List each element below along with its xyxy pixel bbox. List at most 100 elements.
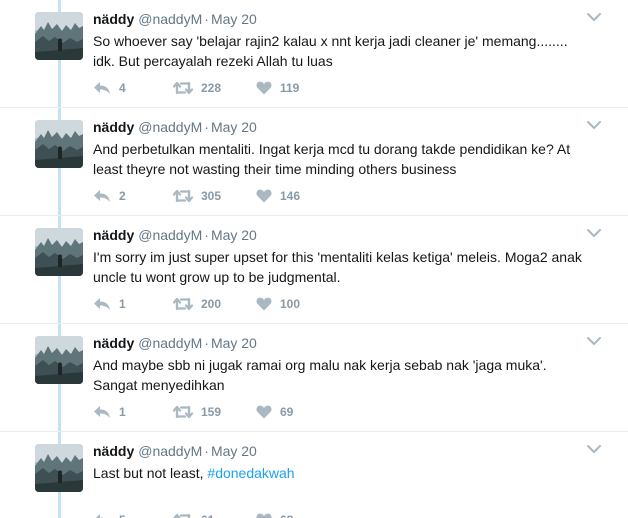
user-handle[interactable]: @naddyM [138, 443, 202, 459]
tweet-body: And perbetulkan mentaliti. Ingat kerja m… [93, 141, 571, 177]
retweet-button[interactable]: 305 [173, 186, 221, 206]
retweet-count: 200 [201, 297, 222, 311]
tweet-header: näddy @naddyM · May 20 [93, 118, 257, 136]
tweet-body: So whoever say 'belajar rajin2 kalau x n… [93, 33, 568, 69]
avatar[interactable] [35, 120, 83, 168]
tweet-actions: 1 159 69 [93, 402, 353, 422]
tweet-body: I'm sorry im just super upset for this '… [93, 249, 582, 285]
tweet-date[interactable]: May 20 [211, 443, 257, 459]
separator-dot: · [204, 227, 209, 243]
retweet-icon [173, 81, 193, 95]
tweet-actions: 4 228 119 [93, 78, 353, 98]
retweet-button[interactable]: 200 [173, 294, 221, 314]
chevron-down-icon[interactable] [586, 118, 602, 130]
tweet[interactable]: näddy @naddyM · May 20 I'm sorry im just su… [0, 216, 628, 324]
avatar-image [35, 120, 83, 168]
tweet-header: näddy @naddyM · May 20 [93, 334, 257, 352]
tweet-text: Last but not least, #donedakwah [93, 463, 593, 483]
heart-icon [256, 189, 272, 203]
separator-dot: · [204, 335, 209, 351]
display-name[interactable]: näddy [93, 227, 134, 243]
separator-dot: · [204, 443, 209, 459]
avatar-image [35, 336, 83, 384]
display-name[interactable]: näddy [93, 119, 134, 135]
display-name[interactable]: näddy [93, 335, 134, 351]
tweet[interactable]: näddy @naddyM · May 20 And maybe sbb ni jug… [0, 324, 628, 432]
like-count: 119 [280, 81, 300, 95]
tweet-text: And maybe sbb ni jugak ramai org malu na… [93, 355, 593, 395]
tweet-text: So whoever say 'belajar rajin2 kalau x n… [93, 31, 593, 71]
like-button[interactable]: 68 [256, 510, 293, 518]
display-name[interactable]: näddy [93, 443, 134, 459]
user-handle[interactable]: @naddyM [138, 227, 202, 243]
tweet-actions: 5 61 68 [93, 510, 353, 518]
retweet-button[interactable]: 159 [173, 402, 221, 422]
retweet-icon [173, 189, 193, 203]
reply-button[interactable]: 2 [93, 186, 126, 206]
reply-button[interactable]: 5 [93, 510, 126, 518]
display-name[interactable]: näddy [93, 11, 134, 27]
avatar[interactable] [35, 228, 83, 276]
retweet-icon [173, 405, 193, 419]
heart-icon [256, 81, 272, 95]
chevron-down-icon[interactable] [586, 442, 602, 454]
reply-count: 5 [119, 513, 126, 518]
user-handle[interactable]: @naddyM [138, 335, 202, 351]
avatar-image [35, 444, 83, 492]
separator-dot: · [204, 11, 209, 27]
chevron-down-icon[interactable] [586, 226, 602, 238]
like-count: 100 [280, 297, 301, 311]
hashtag-link[interactable]: #donedakwah [207, 465, 294, 481]
retweet-count: 228 [201, 81, 222, 95]
heart-icon [256, 297, 272, 311]
like-button[interactable]: 119 [256, 78, 299, 98]
reply-icon [95, 514, 104, 518]
retweet-button[interactable]: 228 [173, 78, 221, 98]
tweet[interactable]: näddy @naddyM · May 20 So whoever say 'bela… [0, 0, 628, 108]
tweet-body: And maybe sbb ni jugak ramai org malu na… [93, 357, 547, 393]
retweet-count: 61 [201, 513, 214, 518]
tweet-date[interactable]: May 20 [211, 119, 257, 135]
user-handle[interactable]: @naddyM [138, 119, 202, 135]
tweet-header: näddy @naddyM · May 20 [93, 10, 257, 28]
tweet[interactable]: näddy @naddyM · May 20 Last but not least, … [0, 432, 628, 518]
reply-button[interactable]: 1 [93, 294, 126, 314]
avatar[interactable] [35, 336, 83, 384]
reply-icon [94, 82, 110, 94]
avatar-image [35, 12, 83, 60]
user-handle[interactable]: @naddyM [138, 11, 202, 27]
tweet-text: I'm sorry im just super upset for this '… [93, 247, 593, 287]
chevron-down-icon[interactable] [586, 10, 602, 22]
reply-count: 2 [119, 189, 126, 203]
reply-button[interactable]: 4 [93, 78, 126, 98]
chevron-down-icon[interactable] [586, 334, 602, 346]
separator-dot: · [204, 119, 209, 135]
retweet-icon [173, 297, 193, 311]
tweet-text: And perbetulkan mentaliti. Ingat kerja m… [93, 139, 593, 179]
reply-count: 1 [119, 405, 126, 419]
tweet-date[interactable]: May 20 [211, 11, 257, 27]
tweet-date[interactable]: May 20 [211, 227, 257, 243]
like-count: 68 [280, 513, 293, 518]
avatar[interactable] [35, 12, 83, 60]
avatar[interactable] [35, 444, 83, 492]
like-button[interactable]: 100 [256, 294, 300, 314]
like-button[interactable]: 146 [256, 186, 300, 206]
tweet-actions: 2 305 146 [93, 186, 353, 206]
retweet-button[interactable]: 61 [173, 510, 214, 518]
reply-button[interactable]: 1 [93, 402, 126, 422]
tweet-date[interactable]: May 20 [211, 335, 257, 351]
reply-count: 4 [119, 81, 126, 95]
retweet-count: 305 [201, 189, 222, 203]
tweet-header: näddy @naddyM · May 20 [93, 442, 257, 460]
tweet[interactable]: näddy @naddyM · May 20 And perbetulkan ment… [0, 108, 628, 216]
retweet-count: 159 [201, 405, 222, 419]
reply-icon [94, 298, 110, 310]
reply-icon [94, 406, 110, 418]
reply-count: 1 [119, 297, 126, 311]
tweet-actions: 1 200 100 [93, 294, 353, 314]
like-button[interactable]: 69 [256, 402, 293, 422]
tweet-header: näddy @naddyM · May 20 [93, 226, 257, 244]
heart-icon [256, 405, 272, 419]
avatar-image [35, 228, 83, 276]
